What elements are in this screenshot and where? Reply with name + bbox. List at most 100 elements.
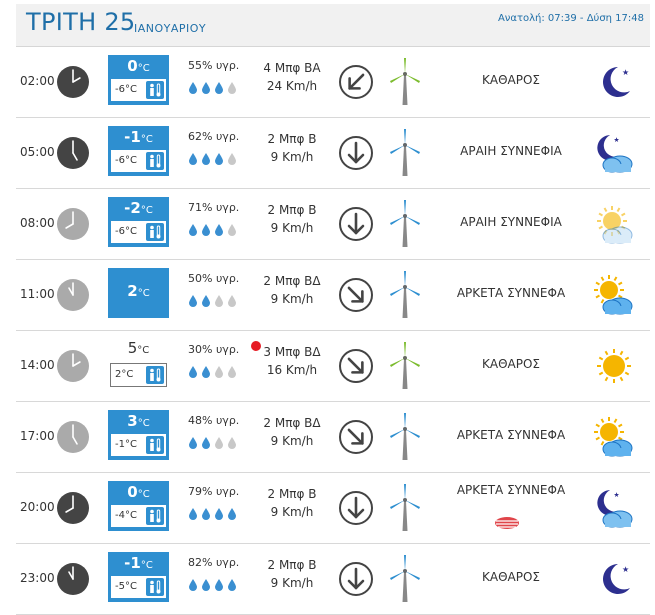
day-title: ΤΡΙΤΗ 25 bbox=[26, 8, 136, 36]
south-east-arrow-icon bbox=[338, 277, 374, 313]
wind-info: 2 Μπφ Β 9 Km/h bbox=[252, 485, 332, 521]
wind-info: 4 Μπφ ΒΑ 24 Km/h bbox=[252, 59, 332, 95]
wind-turbine-icon bbox=[388, 128, 422, 178]
feels-like: -1°C bbox=[111, 434, 166, 456]
wind-turbine-icon bbox=[388, 270, 422, 320]
sun-faint-cloud-icon bbox=[592, 203, 636, 245]
forecast-row: 23:00 -1°C -5°C 82% υγρ. 2 Μπφ Β 9 Km/h ΚΑ… bbox=[16, 544, 650, 615]
south-arrow-icon bbox=[338, 561, 374, 597]
moon-icon: ★ bbox=[592, 558, 636, 600]
wind-turbine-icon bbox=[388, 412, 422, 462]
wind-force: 3 Μπφ ΒΔ bbox=[263, 345, 321, 359]
feels-like-icon bbox=[146, 578, 164, 596]
wind-turbine-icon bbox=[388, 341, 422, 391]
wind-force: 2 Μπφ Β bbox=[267, 132, 317, 146]
month-label: ΙΑΝΟΥΑΡΙΟΥ bbox=[134, 22, 207, 35]
svg-text:★: ★ bbox=[622, 68, 629, 77]
humidity: 48% υγρ. bbox=[188, 414, 240, 427]
sun-cloud-icon bbox=[592, 416, 636, 458]
wind-speed: 16 Km/h bbox=[266, 363, 318, 377]
feels-like: -6°C bbox=[111, 221, 166, 243]
feels-like: -6°C bbox=[111, 79, 166, 101]
temperature: 0°C bbox=[127, 483, 150, 501]
hour-label: 23:00 bbox=[20, 571, 55, 585]
condition-text: ΑΡΚΕΤΑ ΣΥΝΝΕΦΑ bbox=[456, 428, 566, 442]
south-arrow-icon bbox=[338, 490, 374, 526]
wind-speed: 9 Km/h bbox=[270, 505, 314, 519]
wind-turbine-icon bbox=[388, 57, 422, 107]
fog-icon bbox=[494, 515, 520, 529]
condition-text: ΑΡΑΙΗ ΣΥΝΝΕΦΙΑ bbox=[460, 215, 562, 229]
temperature: 3°C bbox=[127, 412, 150, 430]
moon-cloud-icon: ★ bbox=[592, 132, 636, 174]
feels-like: -6°C bbox=[111, 150, 166, 172]
condition-text: ΚΑΘΑΡΟΣ bbox=[482, 73, 540, 87]
humidity: 79% υγρ. bbox=[188, 485, 240, 498]
temperature: -1°C bbox=[124, 554, 153, 572]
humidity: 50% υγρ. bbox=[188, 272, 240, 285]
hour-label: 05:00 bbox=[20, 145, 55, 159]
temperature-box: 0°C -4°C bbox=[108, 481, 169, 531]
humidity-drops-icon bbox=[186, 577, 246, 591]
temperature-box: -1°C -6°C bbox=[108, 126, 169, 176]
feels-like: -4°C bbox=[111, 505, 166, 527]
temperature: -1°C bbox=[124, 128, 153, 146]
forecast-row: 02:00 0°C -6°C 55% υγρ. 4 Μπφ ΒΑ 24 Km/h Κ… bbox=[16, 47, 650, 118]
humidity-drops-icon bbox=[186, 151, 246, 165]
moon-icon: ★ bbox=[592, 61, 636, 103]
south-arrow-icon bbox=[338, 206, 374, 242]
forecast-row: 11:00 2°C 50% υγρ. 2 Μπφ ΒΔ 9 Km/h ΑΡΚΕΤΑ… bbox=[16, 260, 650, 331]
clock-icon bbox=[56, 65, 90, 99]
wind-info: 2 Μπφ Β 9 Km/h bbox=[252, 556, 332, 592]
wind-info: 2 Μπφ ΒΔ 9 Km/h bbox=[252, 414, 332, 450]
clock-icon bbox=[56, 562, 90, 596]
wind-speed: 9 Km/h bbox=[270, 434, 314, 448]
condition-text: ΑΡΚΕΤΑ ΣΥΝΝΕΦΑ bbox=[456, 286, 566, 300]
wind-speed: 9 Km/h bbox=[270, 292, 314, 306]
feels-like: -5°C bbox=[111, 576, 166, 598]
temperature-box: -1°C -5°C bbox=[108, 552, 169, 602]
humidity-drops-icon bbox=[186, 80, 246, 94]
wind-speed: 9 Km/h bbox=[270, 221, 314, 235]
wind-force: 2 Μπφ Β bbox=[267, 203, 317, 217]
humidity-drops-icon bbox=[186, 293, 246, 307]
clock-icon bbox=[56, 491, 90, 525]
humidity: 62% υγρ. bbox=[188, 130, 240, 143]
feels-like-icon bbox=[146, 436, 164, 454]
clock-icon bbox=[56, 207, 90, 241]
wind-info: 2 Μπφ Β 9 Km/h bbox=[252, 201, 332, 237]
forecast-row: 20:00 0°C -4°C 79% υγρ. 2 Μπφ Β 9 Km/h ΑΡΚ… bbox=[16, 473, 650, 544]
sun-icon bbox=[592, 345, 636, 387]
wind-info: 2 Μπφ ΒΔ 9 Km/h bbox=[252, 272, 332, 308]
feels-like-icon bbox=[146, 507, 164, 525]
condition-text: ΑΡΚΕΤΑ ΣΥΝΝΕΦΑ bbox=[456, 483, 566, 497]
humidity: 55% υγρ. bbox=[188, 59, 240, 72]
feels-like: 2°C bbox=[110, 363, 167, 387]
wind-speed: 24 Km/h bbox=[266, 79, 318, 93]
clock-icon bbox=[56, 136, 90, 170]
feels-like-icon bbox=[146, 366, 164, 384]
forecast-row: 05:00 -1°C -6°C 62% υγρ. 2 Μπφ Β 9 Km/h ΑΡ… bbox=[16, 118, 650, 189]
south-arrow-icon bbox=[338, 135, 374, 171]
condition-text: ΚΑΘΑΡΟΣ bbox=[482, 570, 540, 584]
temperature-box: 5°C 2°C bbox=[108, 339, 261, 389]
hour-label: 11:00 bbox=[20, 287, 55, 301]
temperature: 0°C bbox=[127, 57, 150, 75]
humidity-drops-icon bbox=[186, 435, 246, 449]
day-header: ΤΡΙΤΗ 25 ΙΑΝΟΥΑΡΙΟΥ Ανατολή: 07:39 - Δύσ… bbox=[16, 4, 650, 47]
hour-label: 20:00 bbox=[20, 500, 55, 514]
hour-label: 17:00 bbox=[20, 429, 55, 443]
forecast-row: 17:00 3°C -1°C 48% υγρ. 2 Μπφ ΒΔ 9 Km/h ΑΡ… bbox=[16, 402, 650, 473]
south-west-arrow-icon bbox=[338, 64, 374, 100]
wind-turbine-icon bbox=[388, 483, 422, 533]
wind-force: 4 Μπφ ΒΑ bbox=[263, 61, 321, 75]
feels-like-icon bbox=[146, 81, 164, 99]
forecast-row: 14:00 5°C 2°C 30% υγρ. 3 Μπφ ΒΔ 16 Km/h ΚΑ… bbox=[16, 331, 650, 402]
svg-text:★: ★ bbox=[614, 136, 620, 144]
wind-speed: 9 Km/h bbox=[270, 576, 314, 590]
clock-icon bbox=[56, 420, 90, 454]
svg-text:★: ★ bbox=[614, 491, 620, 499]
clock-icon bbox=[56, 278, 90, 312]
feels-like-icon bbox=[146, 223, 164, 241]
wind-info: 2 Μπφ Β 9 Km/h bbox=[252, 130, 332, 166]
